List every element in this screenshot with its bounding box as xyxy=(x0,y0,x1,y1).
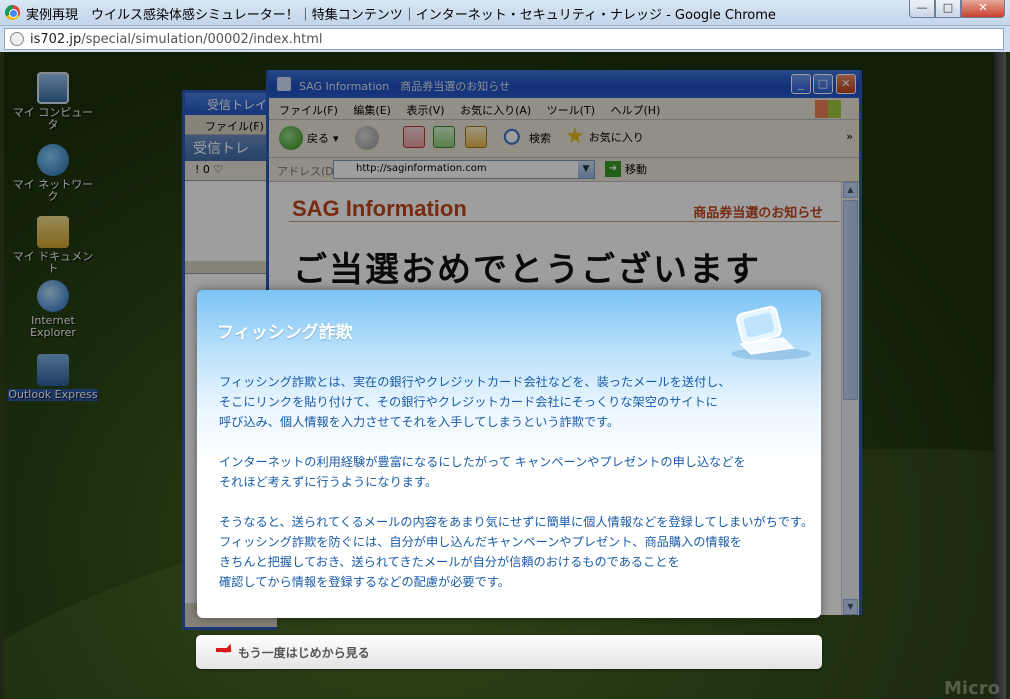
url-path: /special/simulation/00002/index.html xyxy=(81,32,323,47)
chrome-logo-icon xyxy=(5,5,20,20)
restart-button[interactable]: もう一度はじめから見る xyxy=(196,635,822,669)
modal-title: フィッシング詐欺 xyxy=(217,323,353,343)
url-bar: is702.jp/special/simulation/00002/index.… xyxy=(0,26,1010,52)
red-arrow-icon xyxy=(216,648,230,652)
url-text: is702.jp/special/simulation/00002/index.… xyxy=(30,32,323,47)
modal-paragraph: フィッシング詐欺とは、実在の銀行やクレジットカード会社などを、装ったメールを送付… xyxy=(219,375,731,429)
simulation-viewport: マイ コンピュータ マイ ネットワーク マイ ドキュメント Internet E… xyxy=(4,52,1006,699)
modal-paragraph: そうなると、送られてくるメールの内容をあまり気にせずに簡単に個人情報などを登録し… xyxy=(219,515,814,589)
browser-title-bar: 実例再現 ウイルス感染体感シミュレーター！｜特集コンテンツ｜インターネット・セキ… xyxy=(0,0,1010,26)
window-controls: — □ ✕ xyxy=(909,0,1005,18)
close-button[interactable]: ✕ xyxy=(961,0,1005,18)
page-icon xyxy=(10,32,24,46)
watermark-text: Micro xyxy=(944,678,1000,699)
right-edge-strip xyxy=(994,52,1006,699)
modal-body: フィッシング詐欺とは、実在の銀行やクレジットカード会社などを、装ったメールを送付… xyxy=(219,372,814,612)
maximize-button[interactable]: □ xyxy=(935,0,961,18)
laptop-icon xyxy=(731,305,811,360)
url-host: is702.jp xyxy=(30,32,82,47)
window-title: 実例再現 ウイルス感染体感シミュレーター！｜特集コンテンツ｜インターネット・セキ… xyxy=(26,8,776,23)
modal-paragraph: インターネットの利用経験が豊富になるにしたがって キャンペーンやプレゼントの申し… xyxy=(219,455,746,489)
phishing-explanation-modal: フィッシング詐欺 フィッシング詐欺とは、実在の銀行やクレジットカード会社などを、… xyxy=(197,290,821,618)
minimize-button[interactable]: — xyxy=(909,0,935,18)
url-field[interactable]: is702.jp/special/simulation/00002/index.… xyxy=(4,28,1004,50)
restart-label: もう一度はじめから見る xyxy=(238,646,370,660)
